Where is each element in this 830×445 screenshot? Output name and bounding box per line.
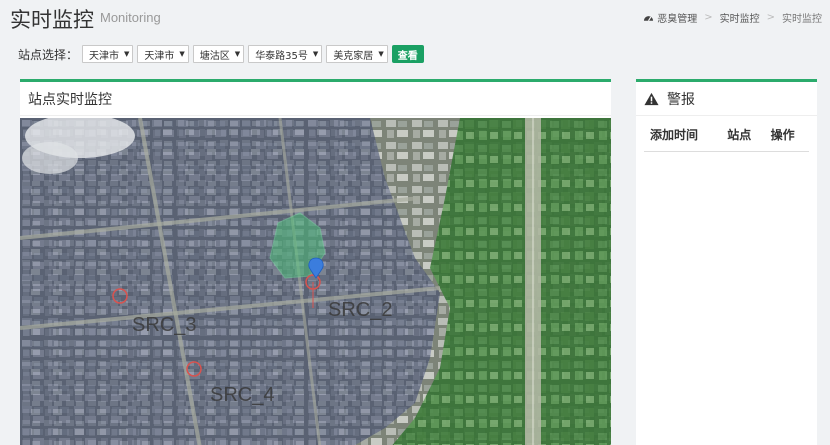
source-label: SRC_3: [132, 314, 196, 336]
column-header-station: 站点: [727, 128, 752, 142]
map-canvas[interactable]: SRC_2 SRC_3 SRC_4: [20, 118, 611, 445]
district-select[interactable]: 塘沽区 ▼: [192, 45, 245, 63]
breadcrumb-item-odor[interactable]: 恶臭管理: [657, 10, 697, 25]
page-header: 实时监控 Monitoring 恶臭管理 > 实时监控 > 实时监控: [0, 0, 830, 36]
select-value: 天津市: [89, 50, 120, 62]
breadcrumb: 恶臭管理 > 实时监控 > 实时监控: [643, 10, 822, 25]
alert-panel-title: 警报: [667, 91, 695, 108]
breadcrumb-item-current: 实时监控: [782, 14, 822, 25]
station-filter-bar: 站点选择： 天津市 ▼ 天津市 ▼ 塘沽区 ▼ 华泰路35号 ▼ 美克家居 ▼ 查看: [18, 44, 424, 64]
alert-table-header: 添加时间 站点 操作: [644, 126, 809, 152]
monitoring-panel-title: 站点实时监控: [20, 82, 611, 116]
caret-down-icon: ▼: [312, 50, 319, 58]
page-title: 实时监控: [10, 8, 94, 32]
column-header-time: 添加时间: [650, 128, 699, 142]
satellite-map[interactable]: SRC_2 SRC_3 SRC_4: [20, 118, 611, 445]
city-select[interactable]: 天津市 ▼: [137, 45, 189, 63]
caret-down-icon: ▼: [179, 50, 185, 58]
monitoring-panel: 站点实时监控 SRC_2 SRC_3 SRC_4: [20, 79, 611, 445]
alert-panel: 警报 添加时间 站点 操作: [636, 79, 817, 445]
caret-down-icon: ▼: [124, 50, 130, 58]
address-select[interactable]: 华泰路35号 ▼: [248, 45, 323, 63]
station-select[interactable]: 美克家居 ▼: [326, 45, 388, 63]
select-value: 天津市: [144, 50, 175, 62]
source-label: SRC_4: [210, 384, 274, 406]
source-label: SRC_2: [328, 299, 392, 321]
page-subtitle: Monitoring: [100, 10, 161, 25]
province-select[interactable]: 天津市 ▼: [82, 45, 134, 63]
view-button[interactable]: 查看: [391, 45, 424, 63]
column-header-action: 操作: [770, 128, 795, 142]
breadcrumb-separator: >: [704, 12, 713, 23]
dashboard-icon: [644, 16, 654, 21]
alert-panel-heading: 警报: [636, 82, 817, 116]
caret-down-icon: ▼: [378, 50, 384, 58]
breadcrumb-separator: >: [766, 12, 775, 23]
select-value: 华泰路35号: [255, 50, 308, 62]
select-value: 塘沽区: [199, 50, 230, 62]
station-filter-label: 站点选择：: [18, 47, 79, 62]
caret-down-icon: ▼: [234, 50, 241, 58]
breadcrumb-item-monitor[interactable]: 实时监控: [720, 10, 760, 25]
select-value: 美克家居: [333, 50, 374, 62]
warning-icon: [644, 92, 659, 105]
